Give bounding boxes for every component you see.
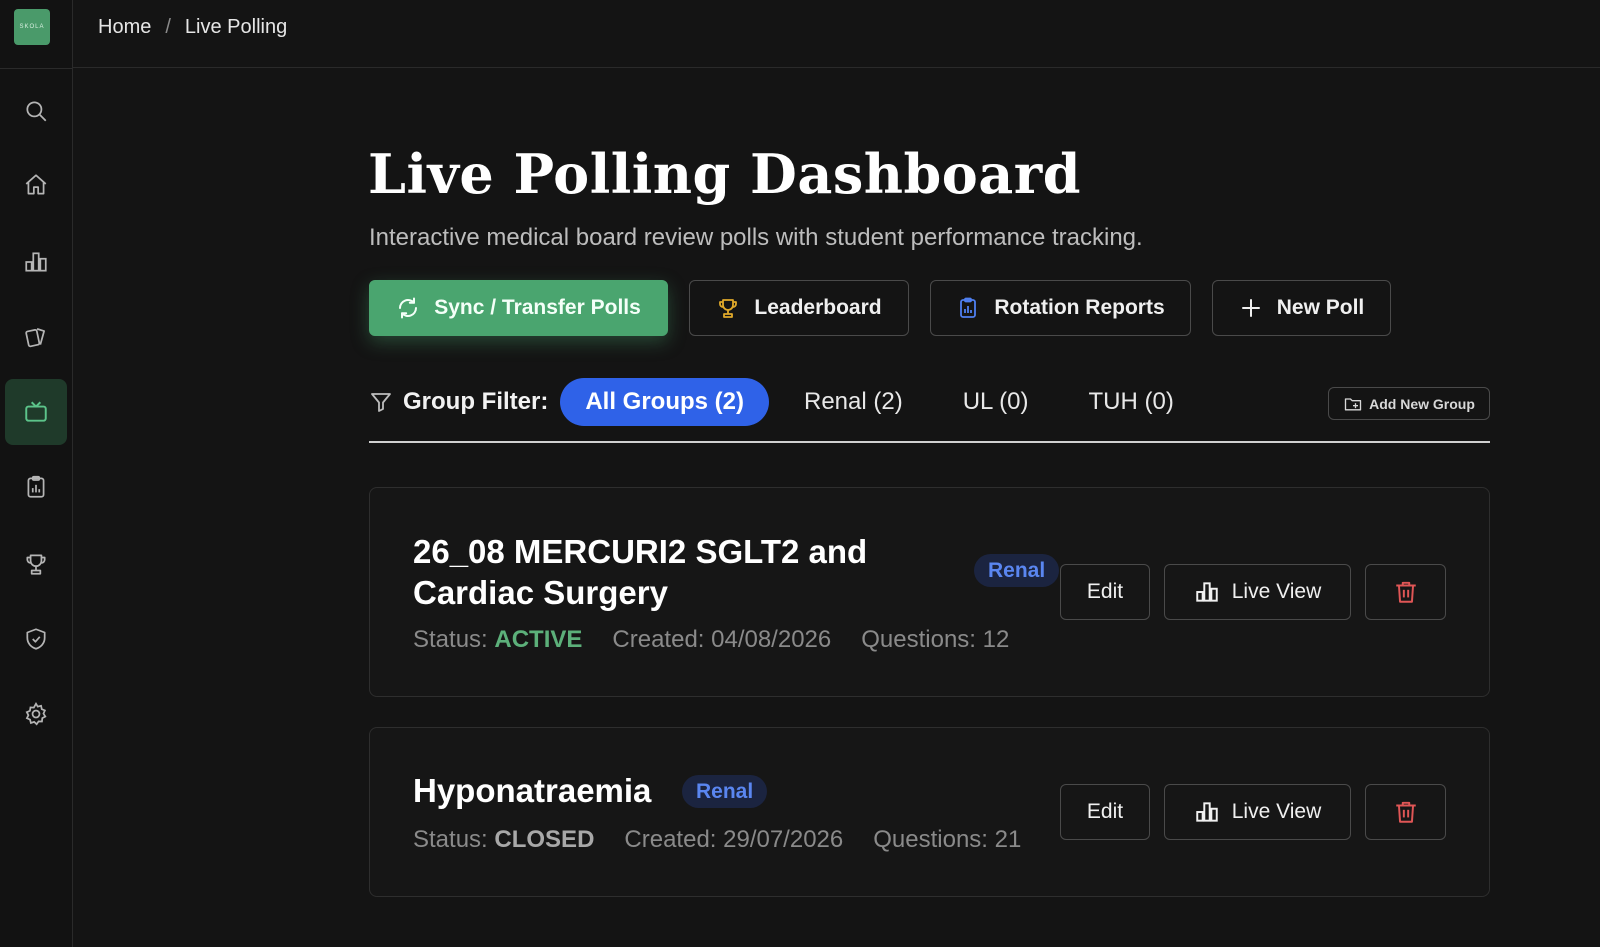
add-new-group-label: Add New Group bbox=[1369, 395, 1475, 412]
new-poll-label: New Poll bbox=[1276, 296, 1365, 319]
delete-button[interactable] bbox=[1365, 564, 1446, 620]
search-icon[interactable] bbox=[5, 78, 67, 144]
group-filter-label: Group Filter: bbox=[369, 388, 548, 416]
question-count: Questions: 12 bbox=[861, 626, 1010, 653]
poll-title: 26_08 MERCURI2 SGLT2 and Cardiac Surgery bbox=[413, 533, 868, 611]
edit-button[interactable]: Edit bbox=[1060, 564, 1150, 620]
filter-icon bbox=[371, 393, 391, 412]
logo-text: SKOLA bbox=[19, 24, 45, 30]
top-bar: Home / Live Polling bbox=[73, 0, 1600, 68]
poll-meta: Status: ACTIVE Created: 04/08/2026 Quest… bbox=[413, 626, 1009, 654]
created-date: Created: 04/08/2026 bbox=[612, 626, 832, 653]
plus-icon bbox=[1241, 299, 1260, 317]
refresh-icon bbox=[399, 297, 418, 319]
filter-pill-renal[interactable]: Renal (2) bbox=[779, 378, 928, 426]
status-field: Status: ACTIVE bbox=[413, 626, 582, 654]
live-view-button[interactable]: Live View bbox=[1164, 564, 1351, 620]
rotation-reports-label: Rotation Reports bbox=[994, 296, 1165, 319]
group-filter: Group Filter: All Groups (2) Renal (2) U… bbox=[369, 378, 1209, 426]
live-view-label: Live View bbox=[1231, 580, 1322, 603]
shield-icon[interactable] bbox=[5, 606, 67, 672]
page-subtitle: Interactive medical board review polls w… bbox=[369, 224, 1143, 251]
edit-button[interactable]: Edit bbox=[1060, 784, 1150, 840]
breadcrumb-current: Live Polling bbox=[184, 16, 288, 38]
sync-transfer-label: Sync / Transfer Polls bbox=[434, 296, 641, 319]
breadcrumb-home[interactable]: Home bbox=[98, 16, 151, 39]
bar-chart-icon[interactable] bbox=[5, 229, 67, 295]
status-badge: ACTIVE bbox=[494, 626, 583, 653]
new-poll-button[interactable]: New Poll bbox=[1212, 280, 1391, 336]
filter-pill-tuh[interactable]: TUH (0) bbox=[1064, 378, 1199, 426]
edit-label: Edit bbox=[1086, 580, 1124, 603]
tv-icon[interactable] bbox=[5, 379, 67, 445]
clipboard-report-icon[interactable] bbox=[5, 454, 67, 520]
question-count: Questions: 21 bbox=[873, 826, 1022, 853]
poll-card: Hyponatraemia Renal Status: CLOSED Creat… bbox=[369, 727, 1490, 897]
sidebar-divider bbox=[0, 68, 73, 69]
bar-chart-icon bbox=[1196, 802, 1218, 822]
filter-pill-all-groups[interactable]: All Groups (2) bbox=[560, 378, 769, 426]
rotation-reports-button[interactable]: Rotation Reports bbox=[930, 280, 1191, 336]
sync-transfer-button[interactable]: Sync / Transfer Polls bbox=[369, 280, 668, 336]
status-field: Status: CLOSED bbox=[413, 826, 594, 854]
status-label: Status: bbox=[413, 826, 488, 853]
delete-button[interactable] bbox=[1365, 784, 1446, 840]
status-badge: CLOSED bbox=[494, 826, 595, 853]
created-date: Created: 29/07/2026 bbox=[624, 826, 844, 853]
filter-divider bbox=[369, 441, 1490, 443]
gear-icon[interactable] bbox=[5, 681, 67, 747]
folder-plus-icon bbox=[1344, 397, 1362, 410]
trash-icon bbox=[1395, 801, 1416, 823]
live-view-label: Live View bbox=[1231, 800, 1322, 823]
group-filter-text: Group Filter: bbox=[403, 388, 549, 415]
poll-title: Hyponatraemia bbox=[413, 772, 652, 809]
trash-icon bbox=[1395, 581, 1416, 603]
app-logo[interactable]: SKOLA bbox=[14, 9, 50, 45]
filter-pill-ul[interactable]: UL (0) bbox=[938, 378, 1054, 426]
group-badge: Renal bbox=[682, 775, 768, 808]
edit-label: Edit bbox=[1086, 800, 1124, 823]
live-view-button[interactable]: Live View bbox=[1164, 784, 1351, 840]
poll-card: 26_08 MERCURI2 SGLT2 and Cardiac Surgery… bbox=[369, 487, 1490, 697]
poll-meta: Status: CLOSED Created: 29/07/2026 Quest… bbox=[413, 826, 1021, 854]
status-label: Status: bbox=[413, 626, 488, 653]
trophy-icon bbox=[719, 299, 738, 318]
breadcrumb: Home / Live Polling bbox=[98, 16, 287, 39]
trophy-icon[interactable] bbox=[5, 531, 67, 597]
group-badge: Renal bbox=[974, 554, 1060, 587]
add-new-group-button[interactable]: Add New Group bbox=[1328, 387, 1490, 420]
leaderboard-label: Leaderboard bbox=[754, 296, 882, 319]
breadcrumb-separator: / bbox=[165, 16, 171, 38]
bar-chart-icon bbox=[1196, 582, 1218, 602]
page-title: Live Polling Dashboard bbox=[368, 142, 1081, 206]
sidebar: SKOLA bbox=[0, 0, 73, 947]
home-icon[interactable] bbox=[5, 152, 67, 218]
leaderboard-button[interactable]: Leaderboard bbox=[689, 280, 909, 336]
clipboard-report-icon bbox=[960, 297, 977, 318]
cards-icon[interactable] bbox=[5, 304, 67, 370]
